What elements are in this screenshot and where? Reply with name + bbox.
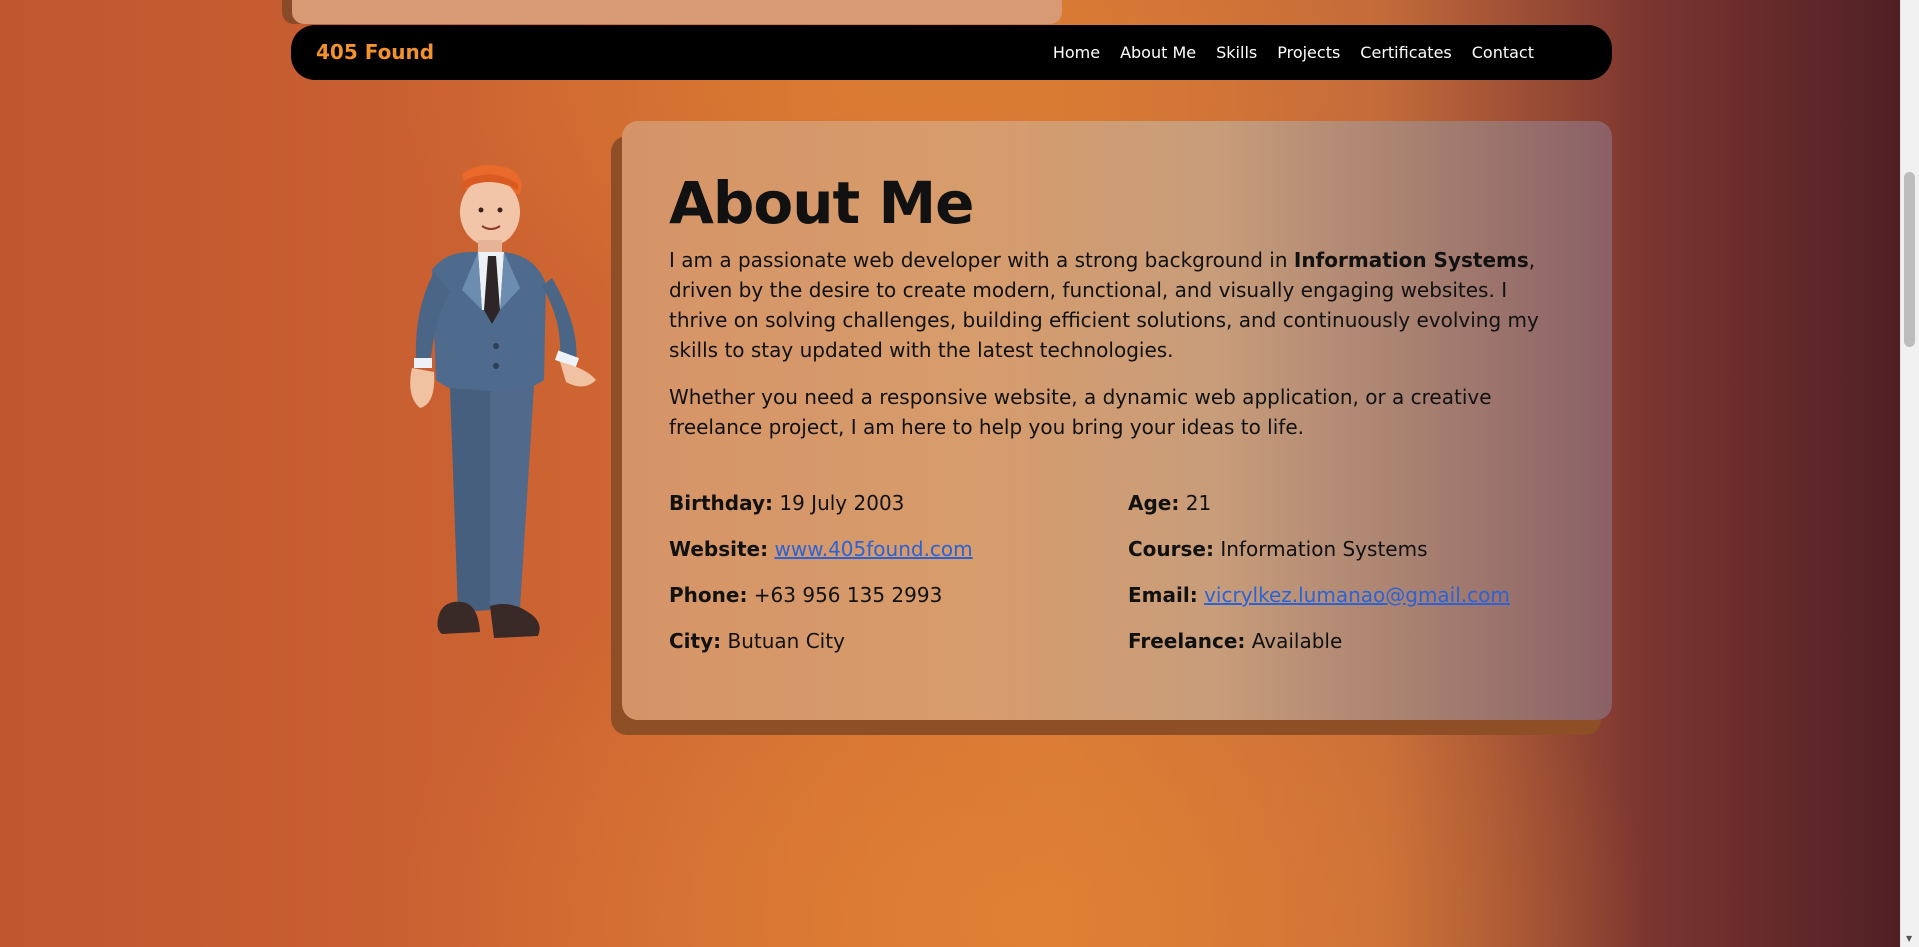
info-freelance-value: Available <box>1251 629 1343 653</box>
info-age: Age: 21 <box>1128 491 1211 515</box>
info-birthday: Birthday: 19 July 2003 <box>669 491 904 515</box>
vertical-scrollbar[interactable]: ▼ <box>1900 0 1919 947</box>
info-phone: Phone: +63 956 135 2993 <box>669 583 942 607</box>
info-email: Email: vicrylkez.lumanao@gmail.com <box>1128 583 1510 607</box>
info-age-value: 21 <box>1185 491 1212 515</box>
info-course-label: Course: <box>1128 537 1214 561</box>
about-title: About Me <box>669 169 975 237</box>
info-birthday-label: Birthday: <box>669 491 773 515</box>
nav-certificates[interactable]: Certificates <box>1360 43 1451 62</box>
info-freelance-label: Freelance: <box>1128 629 1246 653</box>
nav-contact[interactable]: Contact <box>1472 43 1534 62</box>
nav-about[interactable]: About Me <box>1120 43 1196 62</box>
info-city-label: City: <box>669 629 722 653</box>
scrollbar-thumb[interactable] <box>1904 172 1915 347</box>
info-website: Website: www.405found.com <box>669 537 973 561</box>
navbar: 405 Found Home About Me Skills Projects … <box>291 25 1612 80</box>
about-card: About Me I am a passionate web developer… <box>622 121 1612 720</box>
about-paragraph-1-text-a: I am a passionate web developer with a s… <box>669 248 1294 272</box>
email-link[interactable]: vicrylkez.lumanao@gmail.com <box>1204 583 1510 607</box>
info-city-value: Butuan City <box>727 629 845 653</box>
brand-logo[interactable]: 405 Found <box>316 40 434 64</box>
nav-home[interactable]: Home <box>1053 43 1100 62</box>
nav-links: Home About Me Skills Projects Certificat… <box>1053 43 1534 62</box>
character-illustration <box>350 160 600 660</box>
about-paragraph-1-bold: Information Systems <box>1293 248 1529 272</box>
nav-projects[interactable]: Projects <box>1277 43 1340 62</box>
info-city: City: Butuan City <box>669 629 845 653</box>
info-website-label: Website: <box>669 537 769 561</box>
scroll-down-icon[interactable]: ▼ <box>1906 935 1912 943</box>
nav-skills[interactable]: Skills <box>1216 43 1257 62</box>
info-email-label: Email: <box>1128 583 1198 607</box>
businessman-icon <box>410 165 596 638</box>
about-paragraph-2: Whether you need a responsive website, a… <box>669 385 1492 439</box>
previous-section-card <box>292 0 1062 24</box>
website-link[interactable]: www.405found.com <box>774 537 972 561</box>
info-phone-label: Phone: <box>669 583 748 607</box>
info-course: Course: Information Systems <box>1128 537 1428 561</box>
about-paragraph-1: I am a passionate web developer with a s… <box>669 245 1569 365</box>
info-birthday-value: 19 July 2003 <box>779 491 905 515</box>
info-freelance: Freelance: Available <box>1128 629 1342 653</box>
info-course-value: Information Systems <box>1220 537 1428 561</box>
info-age-label: Age: <box>1128 491 1180 515</box>
info-phone-value: +63 956 135 2993 <box>753 583 943 607</box>
